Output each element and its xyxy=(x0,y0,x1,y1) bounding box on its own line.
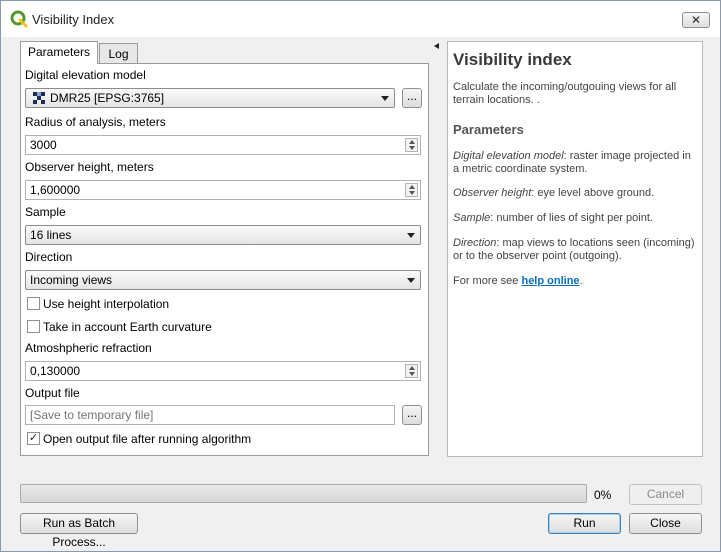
help-panel: Visibility index Calculate the incoming/… xyxy=(447,41,703,457)
open-output-label: Open output file after running algorithm xyxy=(43,432,252,446)
help-sample-term: Sample xyxy=(453,212,491,224)
spin-up-icon xyxy=(409,140,415,144)
help-sample-entry: Sample: number of lies of sight per poin… xyxy=(453,212,699,225)
close-button[interactable]: Close xyxy=(629,513,702,534)
help-observer-term: Observer height xyxy=(453,187,532,199)
help-more-text: For more see xyxy=(453,275,522,287)
tab-log[interactable]: Log xyxy=(99,43,138,63)
sample-label: Sample xyxy=(25,205,66,219)
radius-spinner[interactable] xyxy=(405,138,418,152)
run-batch-button[interactable]: Run as Batch Process... xyxy=(20,513,138,549)
chevron-down-icon xyxy=(407,278,415,283)
spin-up-icon xyxy=(409,185,415,189)
refraction-input[interactable]: 0,130000 xyxy=(25,361,421,381)
open-output-checkbox[interactable]: ✓ xyxy=(27,432,40,445)
dem-select-value: DMR25 [EPSG:3765] xyxy=(50,91,165,105)
dem-browse-button[interactable]: ... xyxy=(402,88,422,108)
help-dem-term: Digital elevation model xyxy=(453,150,564,162)
spin-down-icon xyxy=(409,191,415,195)
help-dem-entry: Digital elevation model: raster image pr… xyxy=(453,150,699,176)
title-bar: Visibility Index ✕ xyxy=(1,1,720,37)
refraction-value: 0,130000 xyxy=(30,364,81,378)
height-interpolation-label: Use height interpolation xyxy=(43,297,170,311)
direction-select[interactable]: Incoming views xyxy=(25,270,421,290)
dem-select[interactable]: DMR25 [EPSG:3765] xyxy=(25,88,395,108)
help-title: Visibility index xyxy=(453,50,572,69)
progress-percent: 0% xyxy=(594,488,612,502)
run-button[interactable]: Run xyxy=(548,513,621,534)
output-browse-button[interactable]: ... xyxy=(402,405,422,425)
help-observer-entry: Observer height: eye level above ground. xyxy=(453,187,699,200)
sample-select-value: 16 lines xyxy=(30,228,72,242)
height-interpolation-checkbox[interactable] xyxy=(27,297,40,310)
output-file-input[interactable] xyxy=(25,405,395,425)
radius-input[interactable]: 3000 xyxy=(25,135,421,155)
spin-down-icon xyxy=(409,146,415,150)
refraction-label: Atmoshpheric refraction xyxy=(25,341,152,355)
help-parameters-heading: Parameters xyxy=(453,122,524,137)
window-close-button[interactable]: ✕ xyxy=(682,12,710,28)
cancel-button[interactable]: Cancel xyxy=(629,484,702,505)
help-online-link[interactable]: help online xyxy=(521,275,579,287)
earth-curvature-checkbox[interactable] xyxy=(27,320,40,333)
refraction-spinner[interactable] xyxy=(405,364,418,378)
direction-label: Direction xyxy=(25,250,73,264)
visibility-index-dialog: Visibility Index ✕ Parameters Log Digita… xyxy=(0,0,721,552)
help-more-entry: For more see help online. xyxy=(453,275,699,288)
collapse-help-icon[interactable] xyxy=(434,43,439,49)
help-direction-entry: Direction: map views to locations seen (… xyxy=(453,237,699,263)
observer-height-spinner[interactable] xyxy=(405,183,418,197)
sample-select[interactable]: 16 lines xyxy=(25,225,421,245)
observer-height-input[interactable]: 1,600000 xyxy=(25,180,421,200)
direction-select-value: Incoming views xyxy=(30,273,113,287)
help-description: Calculate the incoming/outgouing views f… xyxy=(453,81,677,106)
observer-height-value: 1,600000 xyxy=(30,183,81,197)
qgis-logo-icon xyxy=(10,10,28,28)
tab-parameters[interactable]: Parameters xyxy=(20,41,98,64)
help-observer-text: : eye level above ground. xyxy=(531,187,655,199)
help-direction-term: Direction xyxy=(453,237,497,249)
output-file-label: Output file xyxy=(25,386,80,400)
spin-down-icon xyxy=(409,372,415,376)
window-title: Visibility Index xyxy=(32,12,115,27)
help-more-end: . xyxy=(579,275,583,287)
observer-height-label: Observer height, meters xyxy=(25,160,154,174)
progress-bar xyxy=(20,484,587,503)
chevron-down-icon xyxy=(381,96,389,101)
earth-curvature-label: Take in account Earth curvature xyxy=(43,320,212,334)
radius-value: 3000 xyxy=(30,138,57,152)
raster-layer-icon xyxy=(33,92,45,104)
help-sample-text: : number of lies of sight per point. xyxy=(490,212,653,224)
spin-up-icon xyxy=(409,366,415,370)
dem-label: Digital elevation model xyxy=(25,68,146,82)
radius-label: Radius of analysis, meters xyxy=(25,115,166,129)
chevron-down-icon xyxy=(407,233,415,238)
